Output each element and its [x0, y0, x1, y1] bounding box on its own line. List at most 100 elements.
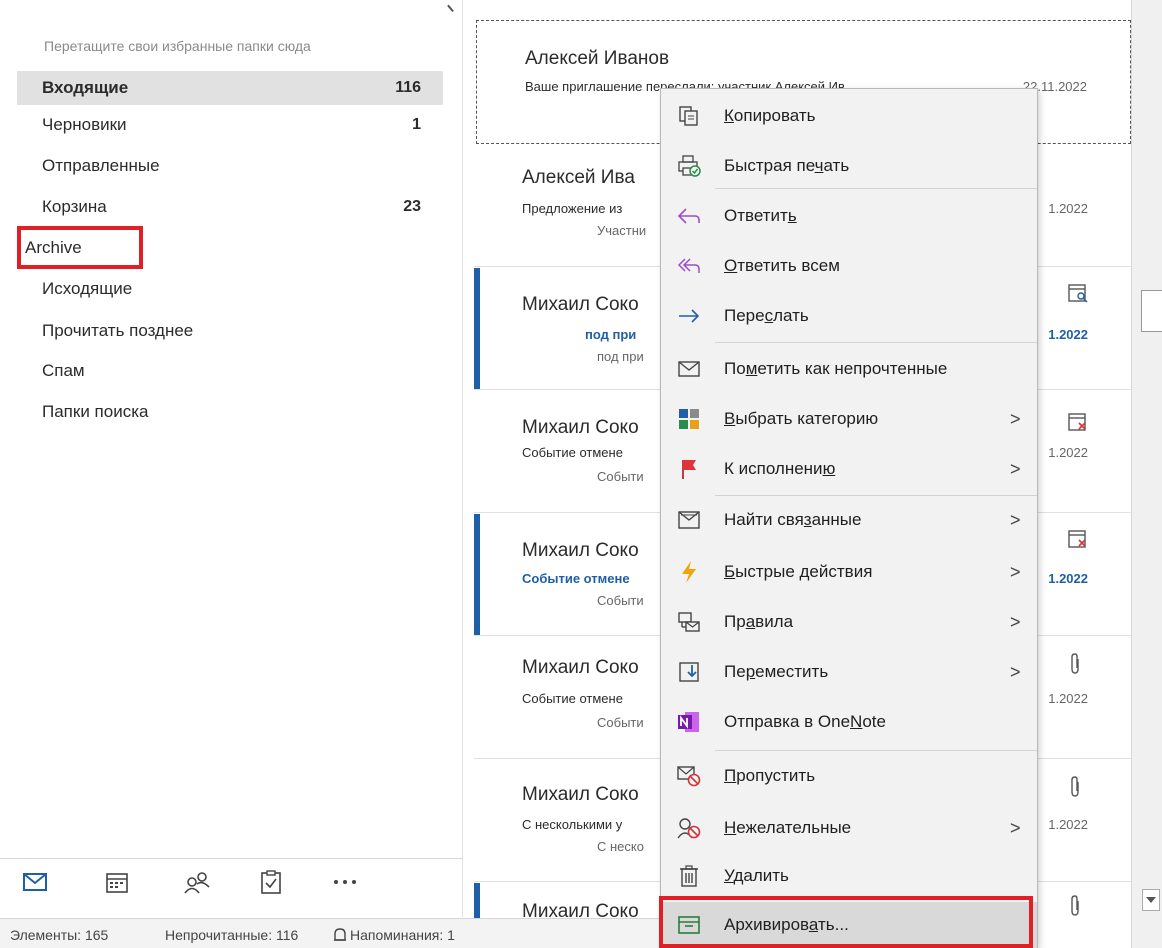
junk-icon	[675, 815, 703, 841]
folder-drafts[interactable]: Черновики 1	[17, 108, 443, 142]
reading-pane-control[interactable]	[1141, 290, 1162, 332]
menu-item-label: Выбрать категорию	[724, 409, 879, 428]
paperclip-icon	[1068, 895, 1088, 917]
menu-item-label: Отправка в OneNote	[724, 712, 886, 731]
folder-sent[interactable]: Отправленные	[17, 149, 443, 183]
paperclip-icon	[1068, 653, 1088, 675]
archive-menu-highlight	[659, 896, 1033, 948]
menu-item-rules[interactable]: Правила >	[661, 597, 1037, 647]
folder-deleted[interactable]: Корзина 23	[17, 190, 443, 224]
message-subject: С несколькими у	[522, 817, 623, 832]
more-icon[interactable]	[330, 869, 360, 895]
message-preview: Участни	[597, 223, 647, 238]
menu-item-label: Переслать	[724, 306, 809, 325]
submenu-arrow-icon: >	[1010, 408, 1021, 429]
onenote-icon	[675, 709, 703, 735]
message-date: 1.2022	[1048, 571, 1088, 586]
menu-item-label: Ответить	[724, 206, 797, 225]
menu-item-forward[interactable]: Переслать	[661, 291, 1037, 341]
submenu-arrow-icon: >	[1010, 509, 1021, 530]
reply-all-icon	[675, 253, 703, 279]
folder-search-folders[interactable]: Папки поиска	[17, 395, 443, 429]
reply-icon	[675, 203, 703, 229]
menu-item-label: Быстрая печать	[724, 156, 850, 175]
message-sender: Алексей Ива	[522, 167, 635, 188]
copy-icon	[675, 103, 703, 129]
menu-item-label: Ответить всем	[724, 256, 840, 275]
submenu-arrow-icon: >	[1010, 458, 1021, 479]
delete-icon	[675, 863, 703, 889]
scroll-down-arrow[interactable]	[1142, 889, 1160, 911]
calendar-icon[interactable]	[102, 869, 132, 895]
menu-item-quick-steps[interactable]: Быстрые действия >	[661, 547, 1037, 597]
lightning-icon	[675, 559, 703, 585]
calendar-cancel-icon	[1068, 528, 1088, 550]
menu-item-mark-unread[interactable]: Пометить как непрочтенные	[661, 344, 1037, 394]
menu-item-ignore[interactable]: Пропустить	[661, 751, 1037, 801]
message-sender: Михаил Соко	[522, 784, 639, 805]
message-sender: Михаил Соко	[522, 901, 639, 922]
message-sender: Михаил Соко	[522, 294, 639, 315]
menu-item-junk[interactable]: Нежелательные >	[661, 803, 1037, 853]
flag-icon	[675, 456, 703, 482]
folder-outbox[interactable]: Исходящие	[17, 272, 443, 306]
menu-item-find-related[interactable]: Найти связанные >	[661, 495, 1037, 545]
menu-item-copy[interactable]: Копировать	[661, 91, 1037, 141]
unread-count: 23	[403, 198, 421, 215]
reminder-icon[interactable]	[332, 927, 348, 946]
tasks-icon[interactable]	[256, 869, 286, 895]
folder-pane: Перетащите свои избранные папки сюда Вхо…	[0, 0, 463, 917]
message-subject: Событие отмене	[522, 445, 623, 460]
envelope-icon	[675, 356, 703, 382]
mail-icon[interactable]	[20, 869, 50, 895]
submenu-arrow-icon: >	[1010, 611, 1021, 632]
menu-item-quick-print[interactable]: Быстрая печать	[661, 141, 1037, 191]
menu-item-label: Удалить	[724, 866, 789, 885]
message-date: 1.2022	[1048, 445, 1088, 460]
unread-indicator	[474, 883, 480, 918]
rules-icon	[675, 609, 703, 635]
menu-separator	[715, 188, 1037, 189]
unread-count: 1	[412, 116, 421, 133]
menu-item-label: Правила	[724, 612, 794, 631]
status-reminders[interactable]: Напоминания: 1	[350, 927, 455, 943]
message-preview: С неско	[597, 839, 644, 854]
folder-label: Папки поиска	[42, 402, 149, 421]
message-date: 1.2022	[1048, 327, 1088, 342]
menu-item-follow-up[interactable]: К исполнению >	[661, 444, 1037, 494]
menu-item-label: Найти связанные	[724, 510, 862, 529]
message-sender: Михаил Соко	[522, 657, 639, 678]
message-subject: Событие отмене	[522, 691, 623, 706]
menu-item-label: Нежелательные	[724, 818, 852, 837]
ignore-icon	[675, 763, 703, 789]
calendar-cancel-icon	[1068, 411, 1088, 433]
folder-label: Отправленные	[42, 156, 160, 175]
category-icon	[675, 406, 703, 432]
message-preview: Событи	[597, 715, 644, 730]
people-icon[interactable]	[182, 869, 212, 895]
message-date: 1.2022	[1048, 817, 1088, 832]
message-sender: Алексей Иванов	[525, 48, 670, 69]
menu-item-move[interactable]: Переместить >	[661, 647, 1037, 697]
context-menu: Копировать Быстрая печать Ответить Ответ…	[660, 88, 1038, 948]
menu-item-reply-all[interactable]: Ответить всем	[661, 241, 1037, 291]
navigation-bar	[0, 858, 463, 906]
menu-item-delete[interactable]: Удалить	[661, 851, 1037, 901]
menu-item-send-to-onenote[interactable]: Отправка в OneNote	[661, 697, 1037, 747]
favorites-hint: Перетащите свои избранные папки сюда	[44, 38, 311, 54]
message-preview: под при	[597, 349, 644, 364]
menu-item-label: Пропустить	[724, 766, 816, 785]
menu-item-reply[interactable]: Ответить	[661, 191, 1037, 241]
menu-item-label: Быстрые действия	[724, 562, 873, 581]
folder-inbox[interactable]: Входящие 116	[17, 71, 443, 105]
menu-item-categorize[interactable]: Выбрать категорию >	[661, 394, 1037, 444]
quick-print-icon	[675, 153, 703, 179]
pane-resize-handle[interactable]	[447, 2, 457, 12]
menu-item-label: Пометить как непрочтенные	[724, 359, 948, 378]
unread-count: 116	[395, 79, 421, 96]
menu-separator	[715, 342, 1037, 343]
reading-pane-edge	[1131, 0, 1162, 948]
folder-spam[interactable]: Спам	[17, 354, 443, 388]
message-preview: Событи	[597, 469, 644, 484]
folder-read-later[interactable]: Прочитать позднее	[17, 314, 443, 348]
